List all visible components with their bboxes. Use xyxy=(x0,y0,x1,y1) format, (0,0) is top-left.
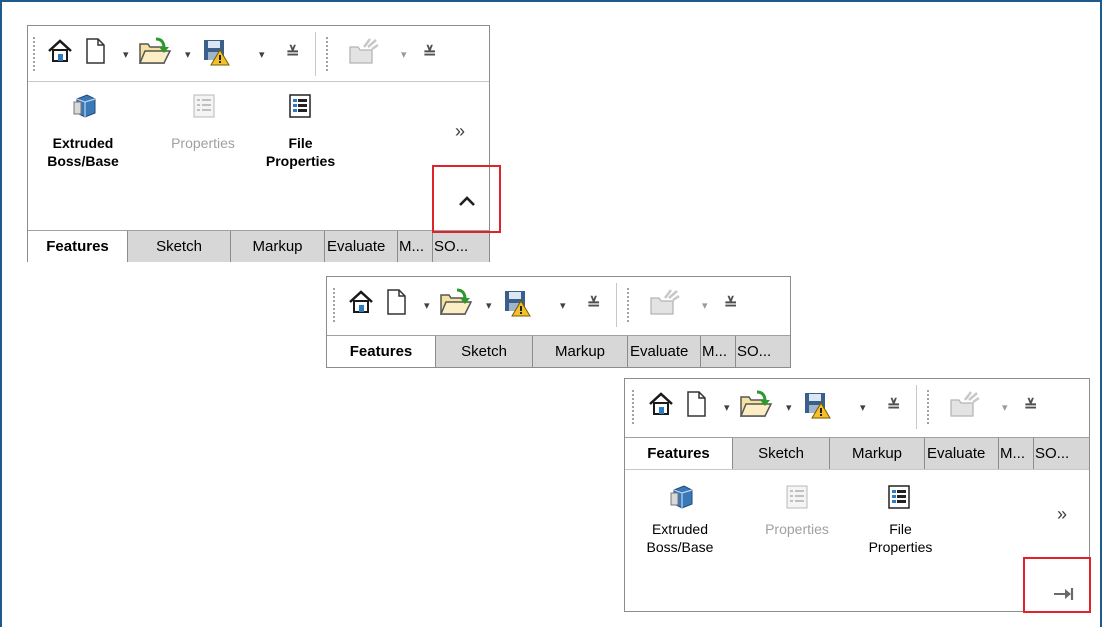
toolbar-grip[interactable] xyxy=(332,287,336,323)
toolbar-divider xyxy=(28,81,489,82)
tab-markup[interactable]: Markup xyxy=(830,438,925,469)
tabs-divider xyxy=(625,469,1089,470)
tab-sketch[interactable]: Sketch xyxy=(128,231,231,262)
save-icon[interactable] xyxy=(503,289,531,317)
tab-features[interactable]: Features xyxy=(327,336,436,367)
options-dropdown-caret[interactable]: ▾ xyxy=(1002,403,1008,414)
toolbar-grip-2[interactable] xyxy=(926,389,930,425)
open-dropdown-caret[interactable]: ▾ xyxy=(786,403,792,414)
properties-button: Properties xyxy=(765,521,829,537)
open-folder-icon[interactable] xyxy=(138,36,172,66)
tab-sketch[interactable]: Sketch xyxy=(733,438,830,469)
extruded-boss-button[interactable]: Extruded Boss/Base xyxy=(38,134,128,170)
tab-markup[interactable]: Markup xyxy=(533,336,628,367)
properties-icon xyxy=(786,485,808,509)
commandmanager-floating-panel: ▾ ▾ ▾ ≚ ▾ ≚ Features Sketch Markup Evalu… xyxy=(624,378,1090,612)
properties-button: Properties xyxy=(171,135,235,151)
tab-evaluate[interactable]: Evaluate xyxy=(628,336,701,367)
options-overflow-chevron[interactable]: ≚ xyxy=(1024,399,1037,415)
tab-markup[interactable]: Markup xyxy=(231,231,325,262)
tab-features[interactable]: Features xyxy=(625,438,733,469)
tab-features[interactable]: Features xyxy=(28,231,128,262)
toolbar-overflow-chevron[interactable]: ≚ xyxy=(587,297,600,313)
new-dropdown-caret[interactable]: ▾ xyxy=(123,50,129,61)
more-commands-button[interactable]: » xyxy=(455,122,465,140)
tab-solidworks-addins[interactable]: SO... xyxy=(433,231,489,262)
options-overflow-chevron[interactable]: ≚ xyxy=(423,46,436,62)
toolbar-separator xyxy=(315,32,316,76)
commandmanager-tabs: Features Sketch Markup Evaluate M... SO.… xyxy=(28,230,489,263)
file-properties-icon[interactable] xyxy=(288,93,312,119)
commandmanager-tabs: Features Sketch Markup Evaluate M... SO.… xyxy=(327,335,790,368)
toolbar-grip[interactable] xyxy=(32,36,36,72)
new-dropdown-caret[interactable]: ▾ xyxy=(424,301,430,312)
new-document-icon[interactable] xyxy=(385,288,407,316)
quick-access-toolbar-2: ▾ ▾ ▾ ≚ ▾ ≚ xyxy=(327,277,790,332)
pin-highlight-box xyxy=(1023,557,1091,613)
tab-evaluate[interactable]: Evaluate xyxy=(925,438,999,469)
toolbar-grip-2[interactable] xyxy=(325,36,329,72)
tab-sketch[interactable]: Sketch xyxy=(436,336,533,367)
open-folder-icon[interactable] xyxy=(739,389,773,419)
file-properties-button[interactable]: File Properties xyxy=(243,134,358,170)
home-icon[interactable] xyxy=(647,390,675,418)
toolbar-separator xyxy=(616,283,617,327)
tab-evaluate[interactable]: Evaluate xyxy=(325,231,398,262)
options-dropdown-caret[interactable]: ▾ xyxy=(401,50,407,61)
tab-solidworks-addins[interactable]: SO... xyxy=(736,336,790,367)
file-properties-icon[interactable] xyxy=(887,484,911,510)
open-dropdown-caret[interactable]: ▾ xyxy=(185,50,191,61)
commandmanager-collapsed-panel: ▾ ▾ ▾ ≚ ▾ ≚ Features Sketch Markup Evalu… xyxy=(326,276,791,368)
quick-access-toolbar-3: ▾ ▾ ▾ ≚ ▾ ≚ xyxy=(625,379,1089,434)
sw-options-icon[interactable] xyxy=(949,390,981,418)
file-properties-button[interactable]: File Properties xyxy=(843,520,958,556)
toolbar-overflow-chevron[interactable]: ≚ xyxy=(286,46,299,62)
toolbar-overflow-chevron[interactable]: ≚ xyxy=(887,399,900,415)
new-dropdown-caret[interactable]: ▾ xyxy=(724,403,730,414)
commandmanager-tabs: Features Sketch Markup Evaluate M... SO.… xyxy=(625,437,1089,470)
properties-icon xyxy=(193,94,215,118)
extruded-boss-icon[interactable] xyxy=(669,484,695,510)
sw-options-icon[interactable] xyxy=(348,37,380,65)
tab-more-m[interactable]: M... xyxy=(999,438,1034,469)
tab-more-m[interactable]: M... xyxy=(701,336,736,367)
collapse-highlight-box xyxy=(432,165,501,233)
extruded-boss-icon[interactable] xyxy=(72,93,98,119)
home-icon[interactable] xyxy=(46,37,74,65)
more-commands-button[interactable]: » xyxy=(1057,505,1067,523)
commandmanager-expanded-panel: ▾ ▾ ▾ ≚ ▾ ≚ Extruded Boss/Base Propertie… xyxy=(27,25,490,262)
extruded-boss-button[interactable]: Extruded Boss/Base xyxy=(635,520,725,556)
save-dropdown-caret[interactable]: ▾ xyxy=(560,301,566,312)
toolbar-grip-2[interactable] xyxy=(626,287,630,323)
quick-access-toolbar: ▾ ▾ ▾ ≚ ▾ ≚ xyxy=(28,26,489,81)
sw-options-icon[interactable] xyxy=(649,288,681,316)
home-icon[interactable] xyxy=(347,288,375,316)
save-dropdown-caret[interactable]: ▾ xyxy=(860,403,866,414)
save-icon[interactable] xyxy=(202,38,230,66)
toolbar-grip[interactable] xyxy=(631,389,635,425)
open-folder-icon[interactable] xyxy=(439,287,473,317)
open-dropdown-caret[interactable]: ▾ xyxy=(486,301,492,312)
save-icon[interactable] xyxy=(803,391,831,419)
save-dropdown-caret[interactable]: ▾ xyxy=(259,50,265,61)
new-document-icon[interactable] xyxy=(685,390,707,418)
new-document-icon[interactable] xyxy=(84,37,106,65)
tab-solidworks-addins[interactable]: SO... xyxy=(1034,438,1089,469)
tab-more-m[interactable]: M... xyxy=(398,231,433,262)
toolbar-separator xyxy=(916,385,917,429)
options-dropdown-caret[interactable]: ▾ xyxy=(702,301,708,312)
options-overflow-chevron[interactable]: ≚ xyxy=(724,297,737,313)
